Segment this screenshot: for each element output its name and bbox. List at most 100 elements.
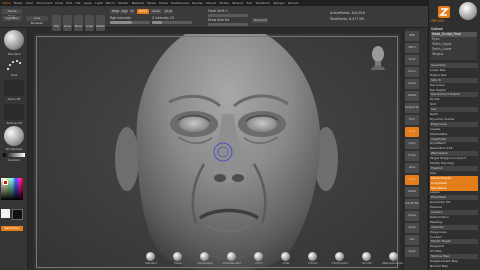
z-intensity-slider[interactable] — [152, 21, 192, 24]
lightbox-button[interactable]: LightBox — [2, 16, 22, 21]
right-shelf-button-9[interactable]: L.Sym — [405, 139, 419, 149]
menu-item-transform[interactable]: Transform — [255, 1, 270, 5]
main-color-swatch[interactable] — [1, 209, 10, 218]
right-shelf-button-15[interactable]: Transp — [405, 211, 419, 221]
right-shelf-button-12[interactable]: Scale — [405, 175, 419, 185]
move-button[interactable]: Move — [74, 15, 83, 31]
dock-brush-label: ClayBuildup — [197, 262, 213, 265]
dock-brush-claybuildup-icon[interactable] — [200, 252, 209, 261]
right-shelf-button-label: Floor — [409, 118, 415, 121]
right-shelf-button-label: Dynamic Persp — [405, 106, 419, 109]
menu-item-layer[interactable]: Layer — [84, 1, 92, 5]
right-shelf-button-3[interactable]: Zoom — [405, 67, 419, 77]
menu-item-document[interactable]: Document — [37, 1, 53, 5]
gradient-swatch[interactable] — [3, 153, 25, 157]
left-shelf: Standard Dots Alpha Off Texture Off Skin… — [0, 28, 28, 270]
menu-item-material[interactable]: Material — [132, 1, 144, 5]
menu-item-alpha[interactable]: Alpha — [2, 1, 11, 5]
dock-brush-move-icon[interactable] — [173, 252, 182, 261]
right-shelf-button-label: Frame — [408, 154, 416, 157]
draw-button[interactable]: Draw — [63, 15, 72, 31]
home-page-button[interactable]: Home Page — [2, 9, 22, 18]
menu-item-brush[interactable]: Brush — [14, 1, 23, 5]
mrgb-button[interactable]: Mrgb — [110, 9, 120, 14]
subtool-header[interactable]: Subtool — [431, 27, 477, 31]
menu-item-picker[interactable]: Picker — [159, 1, 168, 5]
draw-size-slider[interactable] — [208, 23, 248, 26]
menu-item-stencil[interactable]: Stencil — [206, 1, 216, 5]
right-shelf-button-label: Xpose — [408, 250, 416, 253]
dock-brush-label: Standard — [145, 262, 157, 265]
dock-brush-inflat-icon[interactable] — [281, 252, 290, 261]
rgb-intensity-label: Rgb Intensity — [110, 16, 132, 20]
menu-item-edit[interactable]: Edit — [66, 1, 72, 5]
dock-brush-hpolish-icon[interactable] — [308, 252, 317, 261]
menu-item-stroke[interactable]: Stroke — [219, 1, 229, 5]
subtool-list[interactable]: Head_Sculpt_Final Eyes Teeth_Upper Teeth_Lo… — [431, 32, 477, 60]
menu-item-color[interactable]: Color — [26, 1, 34, 5]
menu-item-file[interactable]: File — [75, 1, 80, 5]
dock-brush-damstandard-icon[interactable] — [227, 252, 236, 261]
color-swatch-active[interactable] — [3, 180, 8, 185]
rotate-button[interactable]: Rotate — [96, 15, 105, 31]
secondary-color-swatch[interactable] — [12, 209, 23, 220]
right-shelf-button-14[interactable]: Line Fill PolyF — [405, 199, 419, 209]
dock-brush-pinch-icon[interactable] — [254, 252, 263, 261]
m-button[interactable]: M — [129, 9, 134, 14]
rgb-button[interactable]: Rgb — [120, 9, 128, 14]
right-shelf-button-17[interactable]: Solo — [405, 235, 419, 245]
alpha-thumbnail[interactable] — [4, 80, 24, 96]
zcut-button[interactable]: Zcut — [163, 9, 173, 14]
tool-thumbnail[interactable] — [459, 2, 477, 20]
palette-row[interactable]: Normal Map — [430, 264, 478, 269]
active-points-readout: ActivePoints: 404,016 — [330, 11, 365, 15]
menu-item-draw[interactable]: Draw — [55, 1, 63, 5]
dock-brush-smooth-icon[interactable] — [362, 252, 371, 261]
z-intensity-label: Z Intensity 25 — [152, 16, 175, 20]
right-shelf-button-18[interactable]: Xpose — [405, 247, 419, 257]
navigation-thumbnail[interactable] — [370, 44, 386, 70]
right-shelf-button-8[interactable]: Local — [405, 127, 419, 137]
subtool-item[interactable]: Tongue — [431, 52, 477, 57]
menu-item-marker[interactable]: Marker — [118, 1, 128, 5]
right-shelf-button-10[interactable]: Frame — [405, 151, 419, 161]
texture-thumbnail[interactable] — [4, 104, 24, 120]
dock-brush-zremesherguides-icon[interactable] — [389, 252, 398, 261]
menu-item-zplugin[interactable]: Zplugin — [273, 1, 284, 5]
switch-color-button[interactable]: SwitchColor — [1, 226, 23, 231]
right-shelf-button-13[interactable]: Rotate — [405, 187, 419, 197]
zadd-button[interactable]: Zadd — [137, 9, 149, 14]
scale-button[interactable]: Scale — [85, 15, 94, 31]
right-shelf-button-1[interactable]: SPix 3 — [405, 43, 419, 53]
right-shelf-button-16[interactable]: Ghost — [405, 223, 419, 233]
right-shelf-button-label: Line Fill PolyF — [405, 202, 419, 205]
menu-item-movie[interactable]: Movie — [147, 1, 156, 5]
zsub-button[interactable]: Zsub — [150, 9, 162, 14]
brush-thumbnail[interactable] — [4, 30, 24, 50]
dynamic-button[interactable]: Dynamic — [252, 18, 268, 23]
menu-item-light[interactable]: Light — [95, 1, 103, 5]
menu-item-macro[interactable]: Macro — [106, 1, 115, 5]
right-shelf-button-2[interactable]: Scroll — [405, 55, 419, 65]
rgb-intensity-slider[interactable] — [110, 21, 150, 24]
right-shelf-button-5[interactable]: AAHalf — [405, 91, 419, 101]
menu-item-tool[interactable]: Tool — [246, 1, 252, 5]
dock-brush-label: Move — [174, 262, 182, 265]
focal-shift-slider[interactable] — [208, 14, 248, 17]
dock-brush-standard-icon[interactable] — [146, 252, 155, 261]
menu-item-preferences[interactable]: Preferences — [171, 1, 189, 5]
right-shelf-button-0[interactable]: BPR — [405, 31, 419, 41]
right-shelf-button-11[interactable]: Move — [405, 163, 419, 173]
right-shelf-button-6[interactable]: Dynamic Persp — [405, 103, 419, 113]
right-shelf-button-4[interactable]: Actual — [405, 79, 419, 89]
right-shelf-button-7[interactable]: Floor — [405, 115, 419, 125]
material-thumbnail[interactable] — [4, 126, 24, 146]
dock-brush-trimdynamic-icon[interactable] — [335, 252, 344, 261]
menu-item-texture[interactable]: Texture — [232, 1, 243, 5]
edit-button[interactable]: Edit — [52, 15, 61, 31]
menu-item-zscript[interactable]: Zscript — [288, 1, 298, 5]
menu-item-render[interactable]: Render — [192, 1, 203, 5]
stroke-dots-icon[interactable] — [5, 58, 23, 72]
right-shelf-button-label: Ghost — [408, 226, 416, 229]
live-boolean-button[interactable]: Live Boolean — [26, 16, 48, 25]
